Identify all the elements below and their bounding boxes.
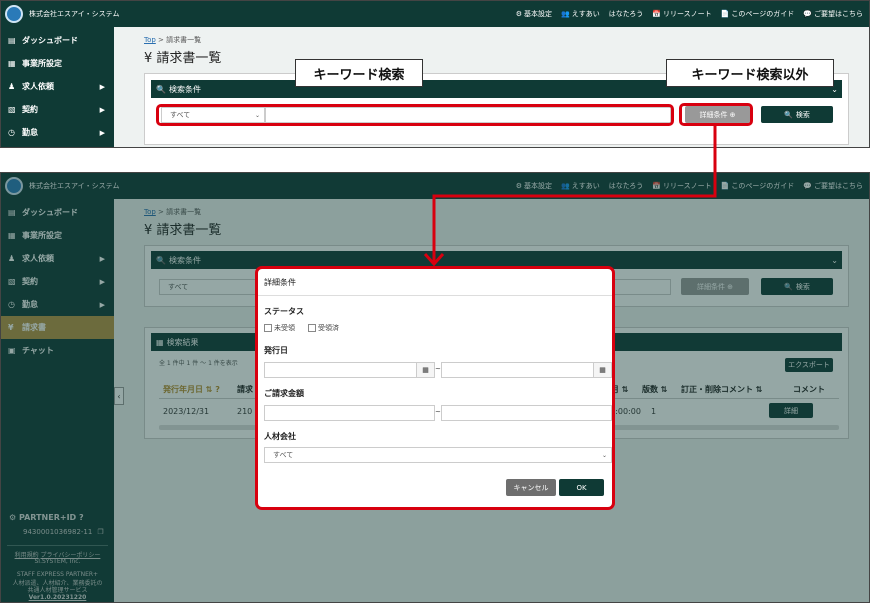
- amount-range-tilde: ~: [435, 408, 441, 416]
- highlight-detail-button: [679, 103, 753, 126]
- search-icon: 🔍: [784, 110, 793, 119]
- breadcrumb-top-link[interactable]: Top: [144, 36, 156, 44]
- sidebar-item-attendance[interactable]: ◷ 勤怠 ▶: [1, 121, 114, 144]
- status-label: ステータス: [264, 307, 304, 316]
- document-icon: 📄: [720, 10, 730, 18]
- callout-other-search: キーワード検索以外: [666, 59, 834, 87]
- agency-select[interactable]: すべて ⌄: [264, 447, 612, 463]
- modal-divider: [258, 295, 612, 296]
- topnav-settings[interactable]: ⚙ 基本設定: [516, 9, 552, 19]
- topnav-user[interactable]: 👥 えすあい: [561, 9, 600, 19]
- cancel-button[interactable]: キャンセル: [506, 479, 556, 496]
- clock-icon: ◷: [8, 128, 15, 137]
- topnav-name: はなたろう: [608, 10, 644, 18]
- main-content: Top > 請求書一覧 ¥ 請求書一覧 🔍 検索条件 ⌄ すべて ⌄ 詳細条件 ⊕ 🔍…: [114, 27, 869, 147]
- search-button[interactable]: 🔍 検索: [761, 106, 833, 123]
- agency-label: 人材会社: [264, 432, 296, 441]
- callout-keyword-search: キーワード検索: [295, 59, 423, 87]
- modal-title: 詳細条件: [264, 278, 296, 287]
- gear-icon: ⚙: [515, 10, 522, 18]
- calendar-icon: 📅: [652, 10, 662, 18]
- top-bar: 株式会社エスアイ・システム ⚙ 基本設定 👥 えすあい はなたろう 📅 リリースノート…: [1, 1, 869, 27]
- topnav-release-notes[interactable]: 📅 リリースノート: [652, 9, 711, 19]
- people-icon: ♟: [8, 82, 16, 91]
- sidebar-item-dashboard[interactable]: ▤ ダッシュボード: [1, 29, 114, 52]
- amount-to-input[interactable]: [441, 405, 612, 421]
- chevron-right-icon: ▶: [99, 128, 105, 137]
- top-nav: ⚙ 基本設定 👥 えすあい はなたろう 📅 リリースノート 📄 このページのガイド 💬 ご…: [516, 1, 863, 27]
- issue-date-label: 発行日: [264, 346, 288, 355]
- detail-conditions-modal: 詳細条件 ステータス 未受領 受領済 発行日 ▦ ~ ▦ ご請求金額 ~ 人材会…: [255, 266, 615, 510]
- issue-date-to-input[interactable]: ▦: [441, 362, 612, 378]
- chevron-right-icon: ▶: [99, 82, 105, 91]
- search-icon: 🔍: [156, 84, 166, 94]
- calendar-icon[interactable]: ▦: [593, 363, 611, 377]
- contract-icon: ▧: [8, 105, 16, 114]
- sidebar-item-contract[interactable]: ▧ 契約 ▶: [1, 98, 114, 121]
- screenshot-top: 株式会社エスアイ・システム ⚙ 基本設定 👥 えすあい はなたろう 📅 リリースノート…: [0, 0, 870, 148]
- highlight-keyword-area: [156, 104, 674, 126]
- chevron-down-icon: ⌄: [601, 451, 607, 459]
- calendar-icon[interactable]: ▦: [416, 363, 434, 377]
- comment-icon: 💬: [803, 10, 812, 18]
- breadcrumb: Top > 請求書一覧: [144, 36, 202, 44]
- ok-button[interactable]: OK: [559, 479, 604, 496]
- dashboard-icon: ▤: [8, 36, 16, 45]
- sidebar: ▤ ダッシュボード ▦ 事業所設定 ♟ 求人依頼 ▶ ▧ 契約 ▶ ◷ 勤怠 ▶: [1, 27, 114, 147]
- company-logo-icon: [5, 5, 23, 23]
- status-unreceived-checkbox[interactable]: 未受領: [264, 323, 295, 333]
- sidebar-item-job-request[interactable]: ♟ 求人依頼 ▶: [1, 75, 114, 98]
- topnav-guide[interactable]: 📄 このページのガイド: [721, 9, 795, 19]
- issue-date-from-input[interactable]: ▦: [264, 362, 435, 378]
- company-name: 株式会社エスアイ・システム: [29, 10, 120, 18]
- amount-from-input[interactable]: [264, 405, 435, 421]
- amount-label: ご請求金額: [264, 389, 304, 398]
- date-range-tilde: ~: [435, 365, 441, 373]
- building-icon: ▦: [8, 59, 16, 68]
- status-received-checkbox[interactable]: 受領済: [308, 323, 339, 333]
- sidebar-item-office[interactable]: ▦ 事業所設定: [1, 52, 114, 75]
- chevron-right-icon: ▶: [99, 105, 105, 114]
- topnav-feedback[interactable]: 💬 ご要望はこちら: [803, 9, 863, 19]
- users-icon: 👥: [561, 10, 570, 18]
- page-title: ¥ 請求書一覧: [144, 51, 222, 66]
